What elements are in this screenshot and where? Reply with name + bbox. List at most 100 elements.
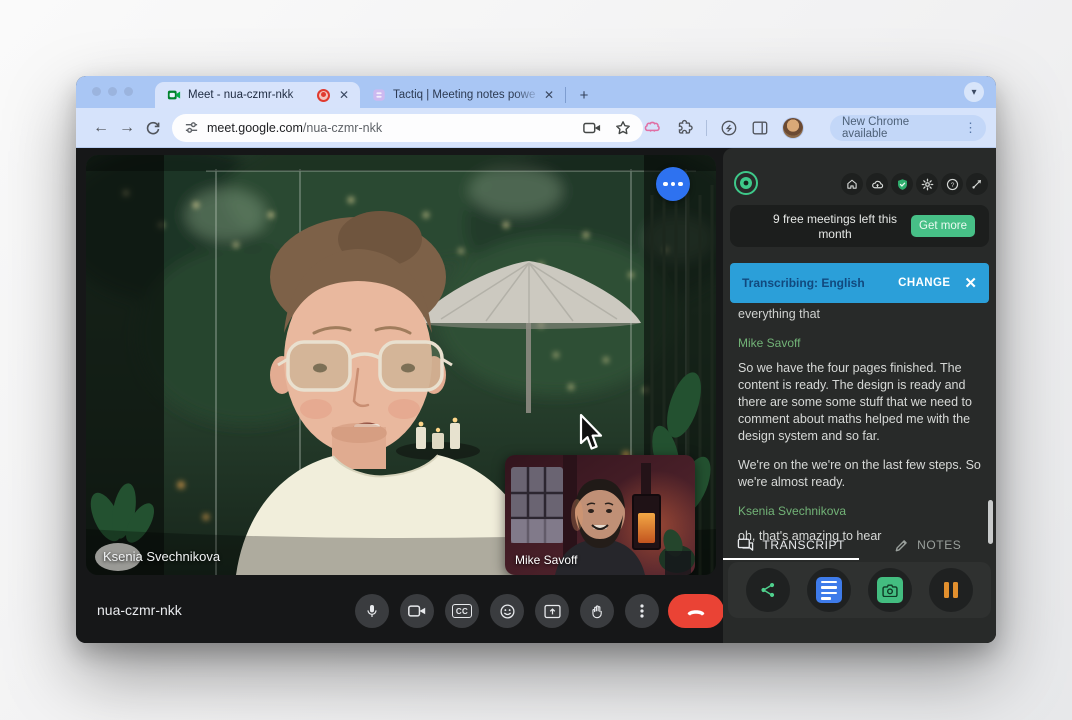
google-docs-icon (816, 577, 842, 603)
free-meetings-text: 9 free meetings left this month (756, 212, 914, 241)
more-vertical-icon (635, 603, 649, 619)
camera-button[interactable] (400, 594, 434, 628)
tab-meet[interactable]: Meet - nua-czmr-nkk ✕ (155, 82, 360, 108)
tab-close-icon[interactable]: ✕ (541, 87, 557, 103)
end-call-icon (686, 607, 706, 616)
tab-transcript[interactable]: TRANSCRIPT (723, 532, 860, 558)
close-window-icon[interactable] (92, 87, 101, 96)
new-tab-button[interactable]: + (572, 83, 596, 107)
cloud-sync-icon (871, 178, 884, 191)
help-icon: ? (946, 178, 959, 191)
more-options-button[interactable] (625, 594, 659, 628)
transcript-fragment: everything that (738, 306, 981, 323)
transcript-paragraph: We're on the we're on the last few steps… (738, 457, 981, 491)
recording-indicator-icon (317, 89, 330, 102)
meeting-code-label: nua-czmr-nkk (97, 602, 182, 618)
share-icon (759, 581, 777, 599)
tactiq-chat-bubble-button[interactable] (656, 167, 690, 201)
tactiq-favicon-icon (372, 88, 386, 102)
main-video-tile: Ksenia Svechnikova (86, 155, 716, 575)
free-meetings-banner: 9 free meetings left this month Get more (730, 205, 989, 247)
end-call-button[interactable] (668, 594, 724, 628)
transcript-paragraph: So we have the four pages finished. The … (738, 360, 981, 445)
cloud-sync-button[interactable] (866, 173, 888, 195)
tune-icon (184, 120, 199, 135)
circle-extension-icon[interactable] (720, 119, 738, 137)
sidebar-action-bar (728, 562, 991, 618)
reactions-button[interactable] (490, 594, 524, 628)
video-camera-icon (408, 604, 426, 618)
dot-icon (671, 182, 676, 187)
active-tab-underline (723, 558, 859, 560)
browser-menu-icon[interactable]: ⋮ (964, 121, 977, 134)
tactiq-header: ? (723, 148, 996, 202)
get-more-button[interactable]: Get more (911, 215, 975, 237)
transcribing-banner: Transcribing: English CHANGE ✕ (730, 263, 989, 303)
present-screen-button[interactable] (535, 594, 569, 628)
banner-close-icon[interactable]: ✕ (964, 276, 977, 291)
privacy-shield-button[interactable] (891, 173, 913, 195)
back-button[interactable]: ← (88, 115, 114, 141)
google-meet-area: Ksenia Svechnikova (76, 148, 723, 643)
tab-notes[interactable]: NOTES (860, 532, 997, 558)
profile-avatar[interactable] (782, 117, 804, 139)
dot-icon (663, 182, 668, 187)
tab-close-icon[interactable]: ✕ (336, 87, 352, 103)
window-controls[interactable] (92, 87, 133, 96)
help-button[interactable]: ? (941, 173, 963, 195)
pause-icon (944, 582, 958, 598)
tab-tactiq[interactable]: Tactiq | Meeting notes powe ✕ (360, 82, 565, 108)
raise-hand-button[interactable] (580, 594, 614, 628)
tactiq-sidebar: ? 9 free meetings left this month Get mo… (723, 148, 996, 643)
extensions-puzzle-icon[interactable] (675, 119, 693, 137)
zoom-window-icon[interactable] (124, 87, 133, 96)
speaker-name: Ksenia Svechnikova (738, 503, 981, 520)
sidebar-tabs: TRANSCRIPT NOTES (723, 532, 996, 558)
reload-button[interactable] (140, 115, 166, 141)
extensions-row: New Chrome available ⋮ (643, 115, 986, 141)
address-bar[interactable]: meet.google.com/nua-czmr-nkk (172, 114, 643, 142)
transcript-panel[interactable]: everything that Mike Savoff So we have t… (738, 306, 981, 557)
page-content: Ksenia Svechnikova (76, 148, 996, 643)
minimize-window-icon[interactable] (108, 87, 117, 96)
pink-extension-icon[interactable] (643, 118, 662, 137)
forward-button[interactable]: → (114, 115, 140, 141)
tab-strip: Meet - nua-czmr-nkk ✕ Tactiq | Meeting n… (76, 76, 996, 108)
pencil-icon (894, 538, 909, 553)
tab-search-chevron-icon[interactable]: ▾ (964, 82, 984, 102)
share-button[interactable] (746, 568, 790, 612)
new-chrome-available-button[interactable]: New Chrome available ⋮ (830, 115, 986, 141)
connector-icon (971, 178, 983, 190)
microphone-icon (364, 603, 380, 619)
side-panel-icon[interactable] (751, 119, 769, 137)
chat-icon (737, 538, 754, 553)
shield-check-icon (896, 178, 909, 191)
bookmark-star-icon[interactable] (615, 120, 631, 136)
raise-hand-icon (589, 603, 605, 620)
home-button[interactable] (841, 173, 863, 195)
participant-name-label: Ksenia Svechnikova (103, 549, 220, 564)
tab-separator (565, 87, 566, 103)
screenshot-button[interactable] (868, 568, 912, 612)
dot-icon (678, 182, 683, 187)
browser-toolbar: ← → meet.google.com/nua-czmr-nkk (76, 108, 996, 148)
google-docs-button[interactable] (807, 568, 851, 612)
google-meet-favicon-icon (167, 88, 181, 102)
video-camera-icon[interactable] (583, 121, 601, 135)
emoji-smile-icon (499, 603, 516, 620)
pip-name-label: Mike Savoff (515, 553, 577, 567)
speaker-name: Mike Savoff (738, 335, 981, 352)
captions-icon: CC (452, 604, 471, 618)
settings-button[interactable] (916, 173, 938, 195)
captions-button[interactable]: CC (445, 594, 479, 628)
microphone-button[interactable] (355, 594, 389, 628)
pip-video-tile[interactable]: Mike Savoff (505, 455, 695, 575)
change-language-button[interactable]: CHANGE (898, 277, 950, 289)
transcribing-label: Transcribing: English (742, 276, 865, 290)
screenshot-camera-icon (877, 577, 903, 603)
svg-text:?: ? (950, 181, 954, 188)
url-text[interactable]: meet.google.com/nua-czmr-nkk (207, 121, 382, 135)
tactiq-logo-icon (733, 170, 759, 196)
detach-panel-button[interactable] (966, 173, 988, 195)
pause-recording-button[interactable] (929, 568, 973, 612)
